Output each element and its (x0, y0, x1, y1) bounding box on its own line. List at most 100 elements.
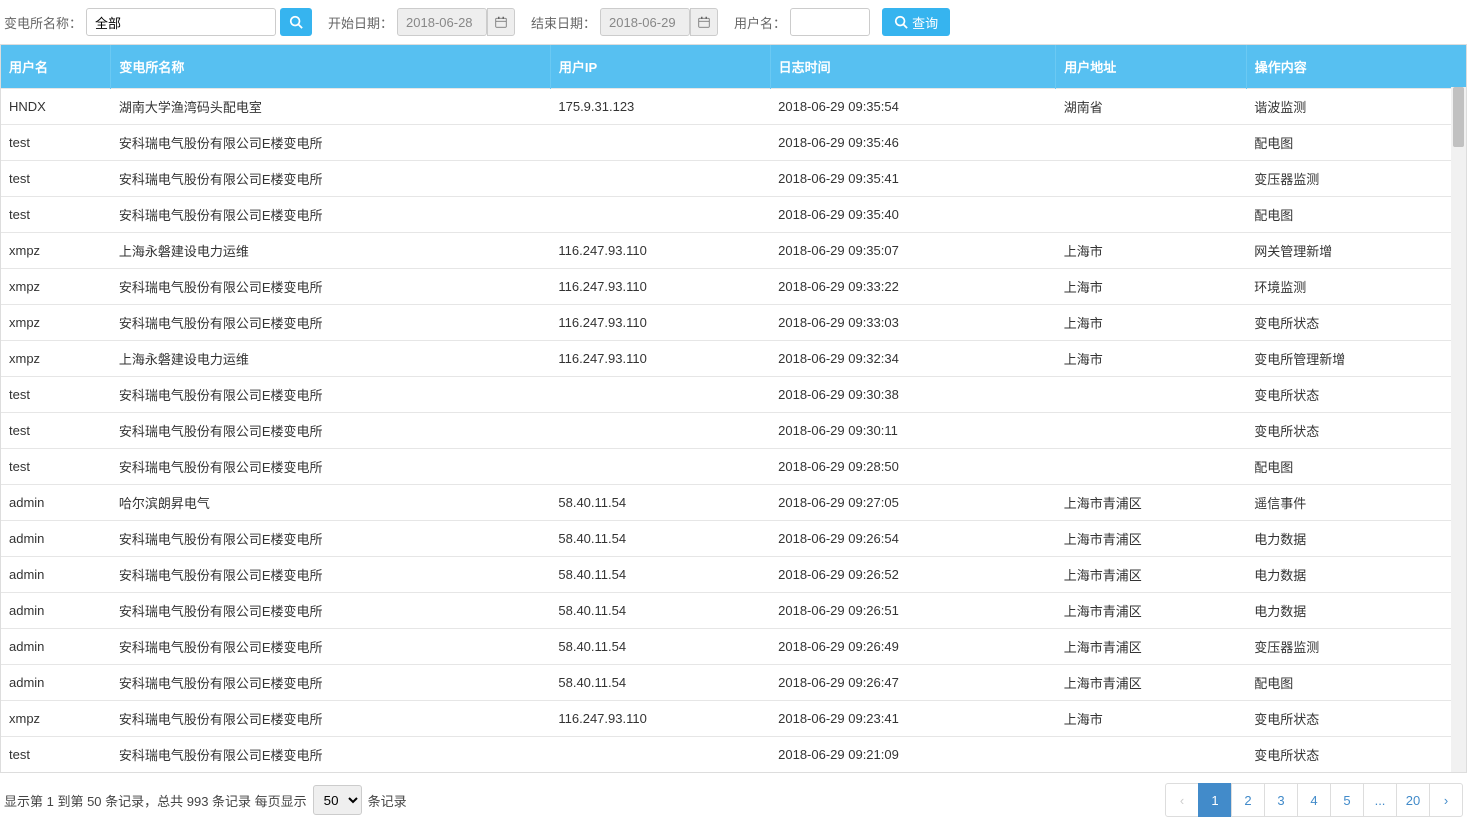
page-4[interactable]: 4 (1297, 783, 1331, 817)
cell-username: admin (1, 629, 111, 665)
table-row[interactable]: test安科瑞电气股份有限公司E楼变电所2018-06-29 09:21:09变… (1, 737, 1466, 773)
cell-station: 安科瑞电气股份有限公司E楼变电所 (111, 701, 551, 737)
cell-addr: 上海市 (1056, 305, 1246, 341)
table-row[interactable]: test安科瑞电气股份有限公司E楼变电所2018-06-29 09:35:40配… (1, 197, 1466, 233)
cell-time: 2018-06-29 09:35:54 (770, 89, 1056, 125)
col-action[interactable]: 操作内容 (1246, 45, 1466, 89)
table-row[interactable]: admin安科瑞电气股份有限公司E楼变电所58.40.11.542018-06-… (1, 593, 1466, 629)
page-1[interactable]: 1 (1198, 783, 1232, 817)
cell-ip: 58.40.11.54 (550, 557, 770, 593)
cell-action: 电力数据 (1246, 593, 1466, 629)
cell-action: 配电图 (1246, 197, 1466, 233)
user-label: 用户名： (734, 13, 786, 32)
cell-username: admin (1, 521, 111, 557)
table-row[interactable]: HNDX湖南大学渔湾码头配电室175.9.31.1232018-06-29 09… (1, 89, 1466, 125)
cell-station: 安科瑞电气股份有限公司E楼变电所 (111, 377, 551, 413)
table-row[interactable]: test安科瑞电气股份有限公司E楼变电所2018-06-29 09:35:46配… (1, 125, 1466, 161)
cell-ip: 116.247.93.110 (550, 233, 770, 269)
cell-action: 环境监测 (1246, 269, 1466, 305)
col-station[interactable]: 变电所名称 (111, 45, 551, 89)
cell-username: test (1, 197, 111, 233)
cell-time: 2018-06-29 09:26:47 (770, 665, 1056, 701)
cell-time: 2018-06-29 09:26:51 (770, 593, 1056, 629)
table-row[interactable]: test安科瑞电气股份有限公司E楼变电所2018-06-29 09:28:50配… (1, 449, 1466, 485)
end-date-picker-button[interactable] (690, 8, 718, 36)
cell-addr: 上海市青浦区 (1056, 629, 1246, 665)
station-input[interactable] (86, 8, 276, 36)
scrollbar-thumb[interactable] (1453, 87, 1464, 147)
table-row[interactable]: admin安科瑞电气股份有限公司E楼变电所58.40.11.542018-06-… (1, 665, 1466, 701)
page-size-select[interactable]: 50 (313, 785, 362, 815)
cell-time: 2018-06-29 09:35:46 (770, 125, 1056, 161)
cell-station: 湖南大学渔湾码头配电室 (111, 89, 551, 125)
cell-time: 2018-06-29 09:23:41 (770, 701, 1056, 737)
table-row[interactable]: xmpz安科瑞电气股份有限公司E楼变电所116.247.93.1102018-0… (1, 701, 1466, 737)
cell-ip: 58.40.11.54 (550, 665, 770, 701)
table-row[interactable]: xmpz安科瑞电气股份有限公司E楼变电所116.247.93.1102018-0… (1, 269, 1466, 305)
cell-ip: 116.247.93.110 (550, 269, 770, 305)
table-row[interactable]: admin安科瑞电气股份有限公司E楼变电所58.40.11.542018-06-… (1, 521, 1466, 557)
page-5[interactable]: 5 (1330, 783, 1364, 817)
table-row[interactable]: xmpz上海永磐建设电力运维116.247.93.1102018-06-29 0… (1, 233, 1466, 269)
cell-ip: 116.247.93.110 (550, 305, 770, 341)
cell-addr (1056, 449, 1246, 485)
table-row[interactable]: test安科瑞电气股份有限公司E楼变电所2018-06-29 09:35:41变… (1, 161, 1466, 197)
col-ip[interactable]: 用户IP (550, 45, 770, 89)
cell-addr: 上海市青浦区 (1056, 665, 1246, 701)
cell-action: 变电所状态 (1246, 305, 1466, 341)
cell-addr (1056, 161, 1246, 197)
cell-ip: 58.40.11.54 (550, 593, 770, 629)
cell-action: 电力数据 (1246, 521, 1466, 557)
cell-time: 2018-06-29 09:35:40 (770, 197, 1056, 233)
cell-ip (550, 737, 770, 773)
cell-time: 2018-06-29 09:35:41 (770, 161, 1056, 197)
page-prev[interactable]: ‹ (1165, 783, 1199, 817)
cell-addr: 上海市 (1056, 269, 1246, 305)
col-time[interactable]: 日志时间 (770, 45, 1056, 89)
cell-station: 安科瑞电气股份有限公司E楼变电所 (111, 161, 551, 197)
cell-action: 配电图 (1246, 449, 1466, 485)
col-addr[interactable]: 用户地址 (1056, 45, 1246, 89)
search-icon (894, 15, 908, 29)
cell-username: test (1, 125, 111, 161)
cell-username: xmpz (1, 701, 111, 737)
col-username[interactable]: 用户名 (1, 45, 111, 89)
station-search-button[interactable] (280, 8, 312, 36)
table-row[interactable]: xmpz上海永磐建设电力运维116.247.93.1102018-06-29 0… (1, 341, 1466, 377)
search-icon (289, 15, 303, 29)
cell-ip: 58.40.11.54 (550, 521, 770, 557)
table-row[interactable]: xmpz安科瑞电气股份有限公司E楼变电所116.247.93.1102018-0… (1, 305, 1466, 341)
footer-info-suffix: 条记录 (368, 791, 407, 810)
cell-action: 变电所状态 (1246, 701, 1466, 737)
page-3[interactable]: 3 (1264, 783, 1298, 817)
cell-username: admin (1, 557, 111, 593)
log-table: 用户名 变电所名称 用户IP 日志时间 用户地址 操作内容 HNDX湖南大学渔湾… (1, 45, 1466, 772)
cell-action: 配电图 (1246, 125, 1466, 161)
page-2[interactable]: 2 (1231, 783, 1265, 817)
cell-station: 安科瑞电气股份有限公司E楼变电所 (111, 665, 551, 701)
cell-addr (1056, 197, 1246, 233)
page-ellipsis: ... (1363, 783, 1397, 817)
cell-time: 2018-06-29 09:32:34 (770, 341, 1056, 377)
cell-addr: 上海市青浦区 (1056, 521, 1246, 557)
cell-username: admin (1, 485, 111, 521)
cell-ip (550, 161, 770, 197)
end-date-input[interactable] (600, 8, 690, 36)
table-footer: 显示第 1 到第 50 条记录，总共 993 条记录 每页显示 50 条记录 ‹… (0, 773, 1467, 827)
page-20[interactable]: 20 (1396, 783, 1430, 817)
table-row[interactable]: test安科瑞电气股份有限公司E楼变电所2018-06-29 09:30:11变… (1, 413, 1466, 449)
vertical-scrollbar[interactable] (1451, 87, 1466, 772)
start-date-input[interactable] (397, 8, 487, 36)
start-date-picker-button[interactable] (487, 8, 515, 36)
cell-ip: 116.247.93.110 (550, 701, 770, 737)
user-input[interactable] (790, 8, 870, 36)
table-row[interactable]: admin安科瑞电气股份有限公司E楼变电所58.40.11.542018-06-… (1, 557, 1466, 593)
cell-station: 哈尔滨朗昇电气 (111, 485, 551, 521)
table-row[interactable]: admin安科瑞电气股份有限公司E楼变电所58.40.11.542018-06-… (1, 629, 1466, 665)
table-row[interactable]: test安科瑞电气股份有限公司E楼变电所2018-06-29 09:30:38变… (1, 377, 1466, 413)
cell-station: 安科瑞电气股份有限公司E楼变电所 (111, 305, 551, 341)
query-button[interactable]: 查询 (882, 8, 950, 36)
table-row[interactable]: admin哈尔滨朗昇电气58.40.11.542018-06-29 09:27:… (1, 485, 1466, 521)
cell-station: 安科瑞电气股份有限公司E楼变电所 (111, 269, 551, 305)
page-next[interactable]: › (1429, 783, 1463, 817)
